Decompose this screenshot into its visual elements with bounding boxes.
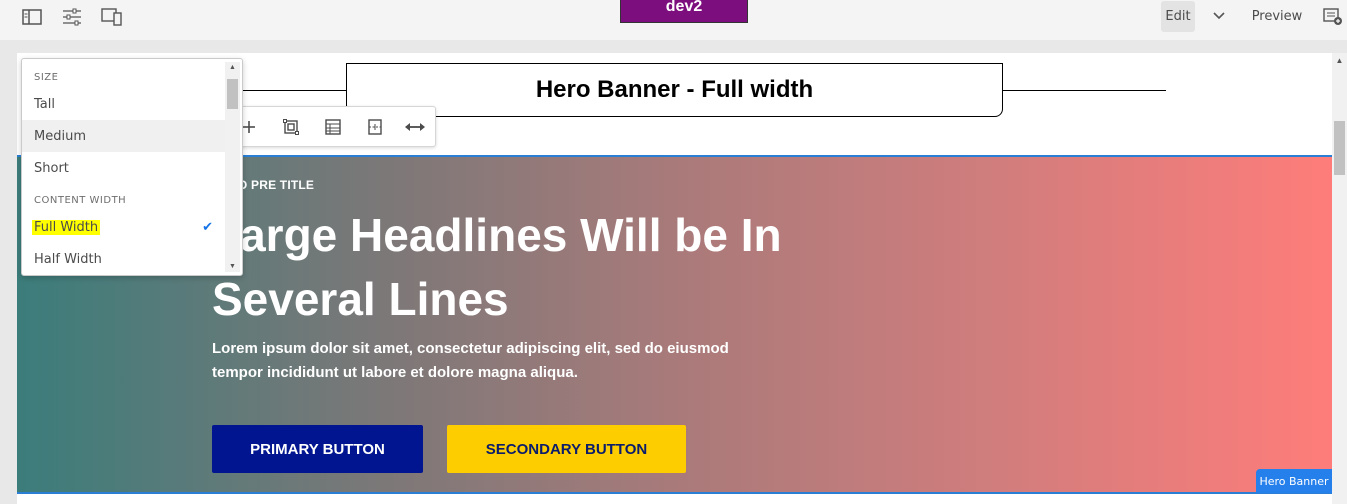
width-option-full-label: Full Width (32, 219, 101, 235)
width-option-full[interactable]: Full Width ✔ (22, 211, 225, 243)
checkmark-icon: ✔ (202, 219, 213, 235)
width-option-half[interactable]: Half Width (22, 243, 225, 275)
title-text: Hero Banner - Full width (535, 76, 814, 103)
title-rule-left (242, 90, 347, 91)
canvas-scrollbar[interactable]: ▲ (1332, 53, 1347, 504)
title-rule-right (1002, 90, 1166, 91)
title-component[interactable]: Hero Banner - Full width (346, 63, 1003, 117)
edit-mode-button[interactable]: Edit (1161, 1, 1195, 32)
hero-headline: Large Headlines Will be In Several Lines (212, 209, 782, 325)
style-system-icon[interactable] (323, 117, 343, 137)
size-option-medium[interactable]: Medium (22, 120, 225, 152)
scroll-up-arrow-icon[interactable]: ▲ (1332, 56, 1347, 66)
size-option-tall[interactable]: Tall (22, 88, 225, 120)
size-option-short[interactable]: Short (22, 152, 225, 184)
content-width-section-heading: CONTENT WIDTH (34, 195, 127, 206)
component-toolbar (232, 106, 436, 147)
preview-mode-button[interactable]: Preview (1246, 1, 1308, 32)
layout-icon[interactable] (365, 117, 385, 137)
environment-badge: dev2 (620, 0, 748, 23)
side-panel-icon[interactable] (21, 6, 43, 28)
primary-button[interactable]: PRIMARY BUTTON (212, 425, 423, 473)
size-section-heading: SIZE (34, 72, 59, 83)
dropdown-scrollbar[interactable]: ▲ ▼ (225, 62, 240, 272)
hero-body-text: Lorem ipsum dolor sit amet, consectetur … (212, 340, 729, 381)
component-name-badge: Hero Banner (1256, 469, 1332, 493)
secondary-button[interactable]: SECONDARY BUTTON (447, 425, 686, 473)
dropdown-scroll-thumb[interactable] (227, 79, 238, 109)
emulator-icon[interactable] (101, 6, 123, 28)
scroll-thumb[interactable] (1334, 121, 1345, 175)
resize-horizontal-icon[interactable] (405, 117, 425, 137)
editor-toolbar: dev2 Edit Preview (0, 0, 1347, 40)
scroll-down-arrow-icon[interactable]: ▼ (225, 263, 240, 270)
configure-icon[interactable] (281, 117, 301, 137)
annotations-icon[interactable] (1322, 6, 1344, 28)
scroll-up-arrow-icon[interactable]: ▲ (225, 64, 240, 71)
chevron-down-icon[interactable] (1209, 6, 1229, 26)
page-properties-icon[interactable] (61, 6, 83, 28)
